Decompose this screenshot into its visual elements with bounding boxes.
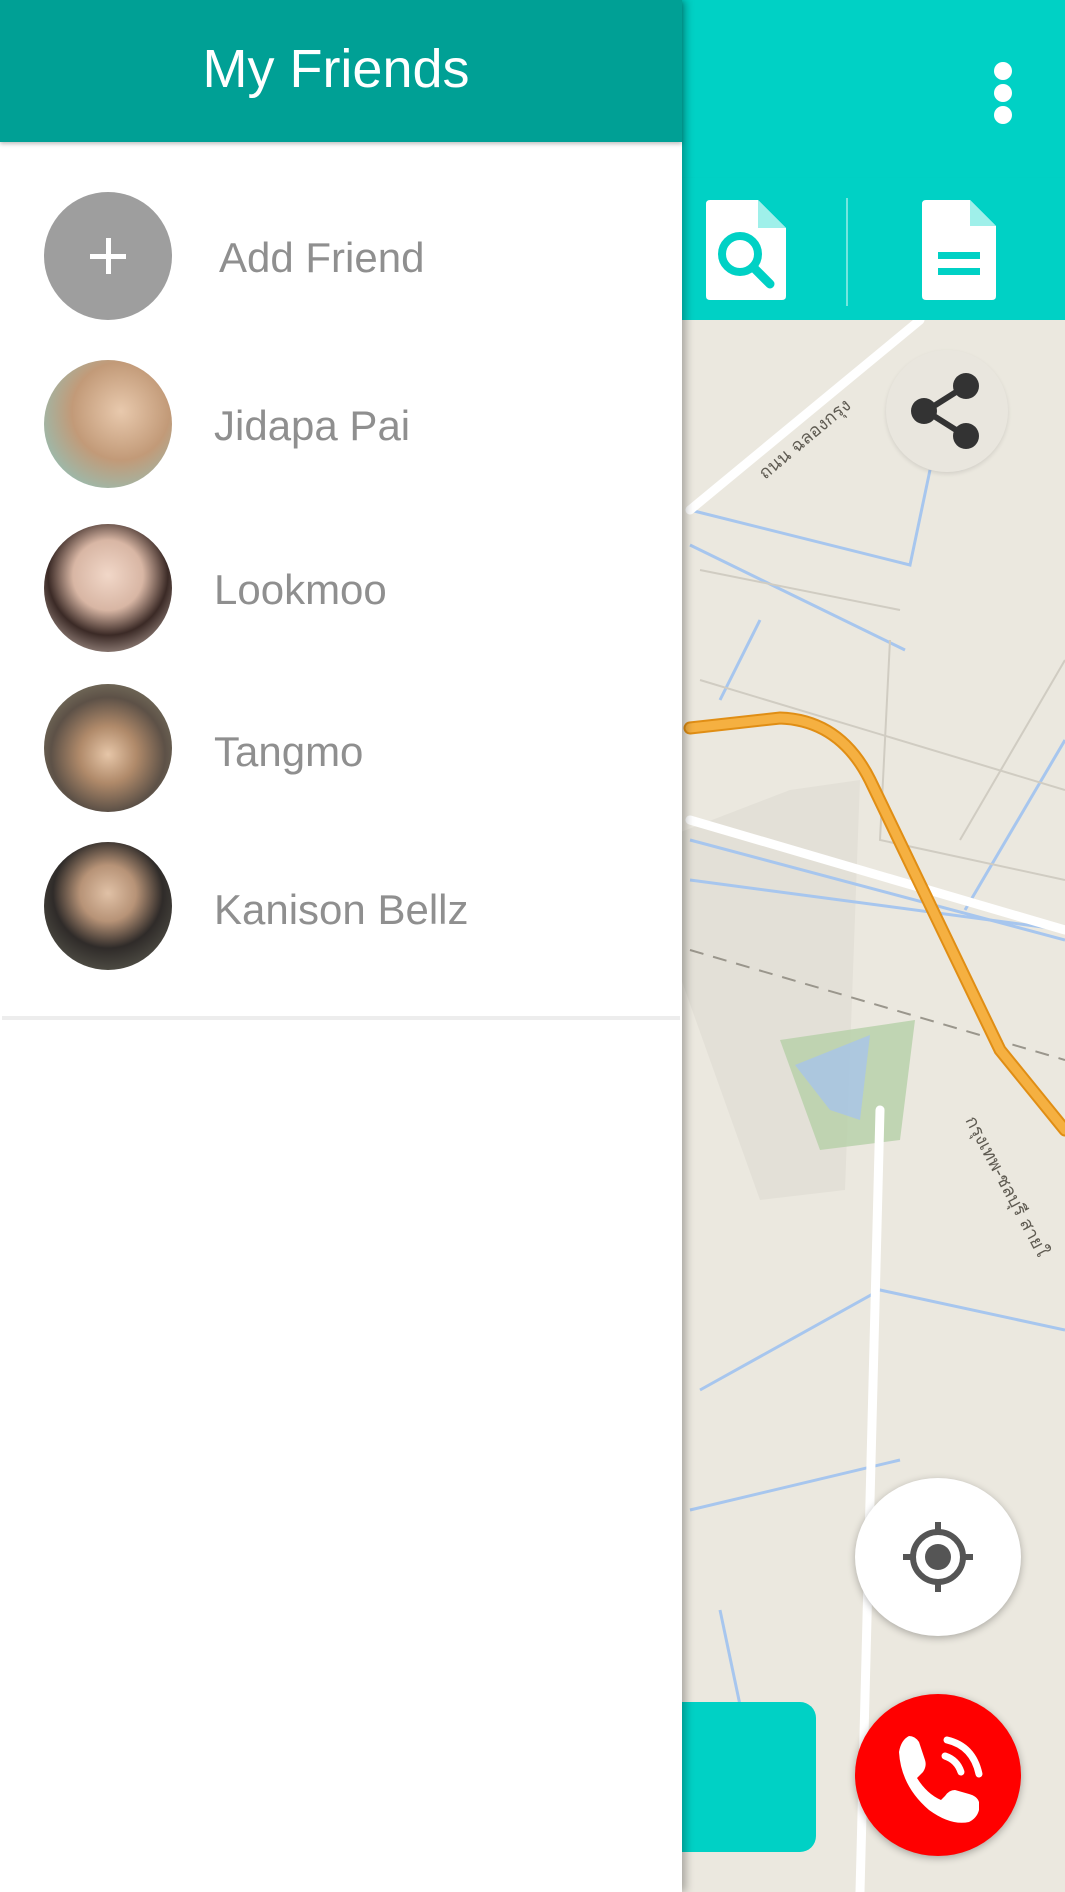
drawer-header: My Friends (0, 0, 682, 142)
my-location-icon (903, 1522, 973, 1592)
drawer-title: My Friends (202, 39, 470, 99)
call-button[interactable] (855, 1694, 1021, 1856)
friend-item-kanison-bellz[interactable]: Kanison Bellz (0, 842, 682, 982)
friend-avatar (44, 684, 172, 812)
my-location-button[interactable] (855, 1478, 1021, 1636)
friend-item-jidapa-pai[interactable]: Jidapa Pai (0, 360, 682, 500)
friend-avatar (44, 524, 172, 652)
more-vert-icon[interactable] (985, 58, 1021, 128)
phone-call-icon (899, 1736, 983, 1823)
friend-name: Jidapa Pai (214, 402, 411, 449)
plus-icon (44, 192, 172, 320)
search-document-icon[interactable] (700, 196, 790, 304)
friend-item-lookmoo[interactable]: Lookmoo (0, 524, 682, 664)
friend-avatar (44, 360, 172, 488)
friend-name: Lookmoo (214, 566, 387, 613)
toolbar-divider (846, 198, 848, 306)
share-icon (911, 373, 979, 449)
add-friend-label: Add Friend (219, 234, 425, 281)
friends-drawer: My Friends Add Friend Jidapa Pai Lookmoo… (0, 0, 682, 1892)
friend-avatar (44, 842, 172, 970)
friend-name: Tangmo (214, 728, 364, 775)
add-friend-button[interactable]: Add Friend (0, 192, 682, 332)
friend-name: Kanison Bellz (214, 886, 469, 933)
share-button[interactable] (886, 350, 1008, 472)
drawer-divider (2, 1016, 680, 1020)
document-icon[interactable] (912, 196, 1002, 304)
friend-item-tangmo[interactable]: Tangmo (0, 684, 682, 824)
